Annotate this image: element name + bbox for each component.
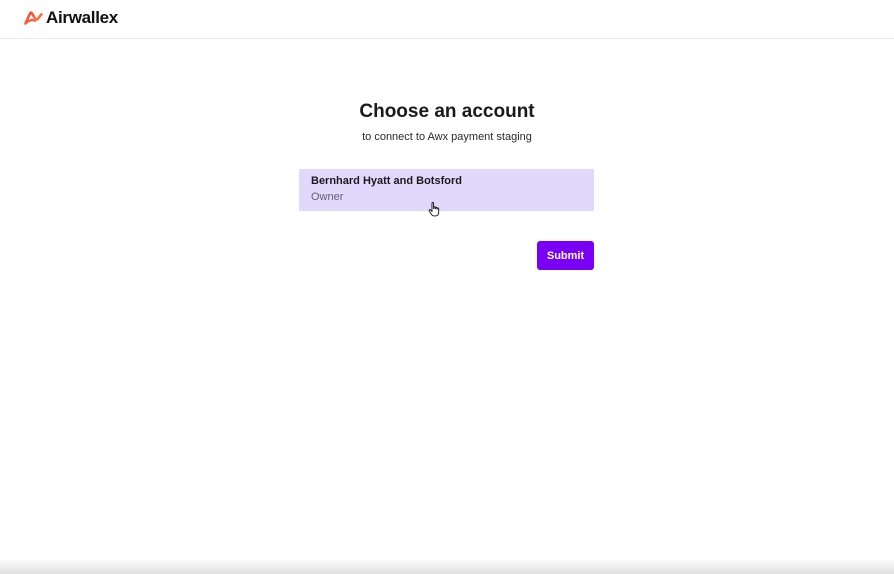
page-subtitle: to connect to Awx payment staging <box>362 131 532 143</box>
page: Airwallex Choose an account to connect t… <box>0 0 894 574</box>
airwallex-logo-icon <box>24 11 43 25</box>
logo-text: Airwallex <box>46 8 118 27</box>
account-option[interactable]: Bernhard Hyatt and Botsford Owner <box>299 169 594 211</box>
bottom-scroll-shadow <box>0 558 894 574</box>
account-name: Bernhard Hyatt and Botsford <box>311 175 462 187</box>
submit-button[interactable]: Submit <box>537 241 594 270</box>
page-title: Choose an account <box>359 101 535 122</box>
airwallex-logo[interactable]: Airwallex <box>24 9 118 27</box>
top-bar: Airwallex <box>0 0 894 39</box>
account-role: Owner <box>311 191 344 203</box>
hand-pointer-icon <box>428 202 440 217</box>
